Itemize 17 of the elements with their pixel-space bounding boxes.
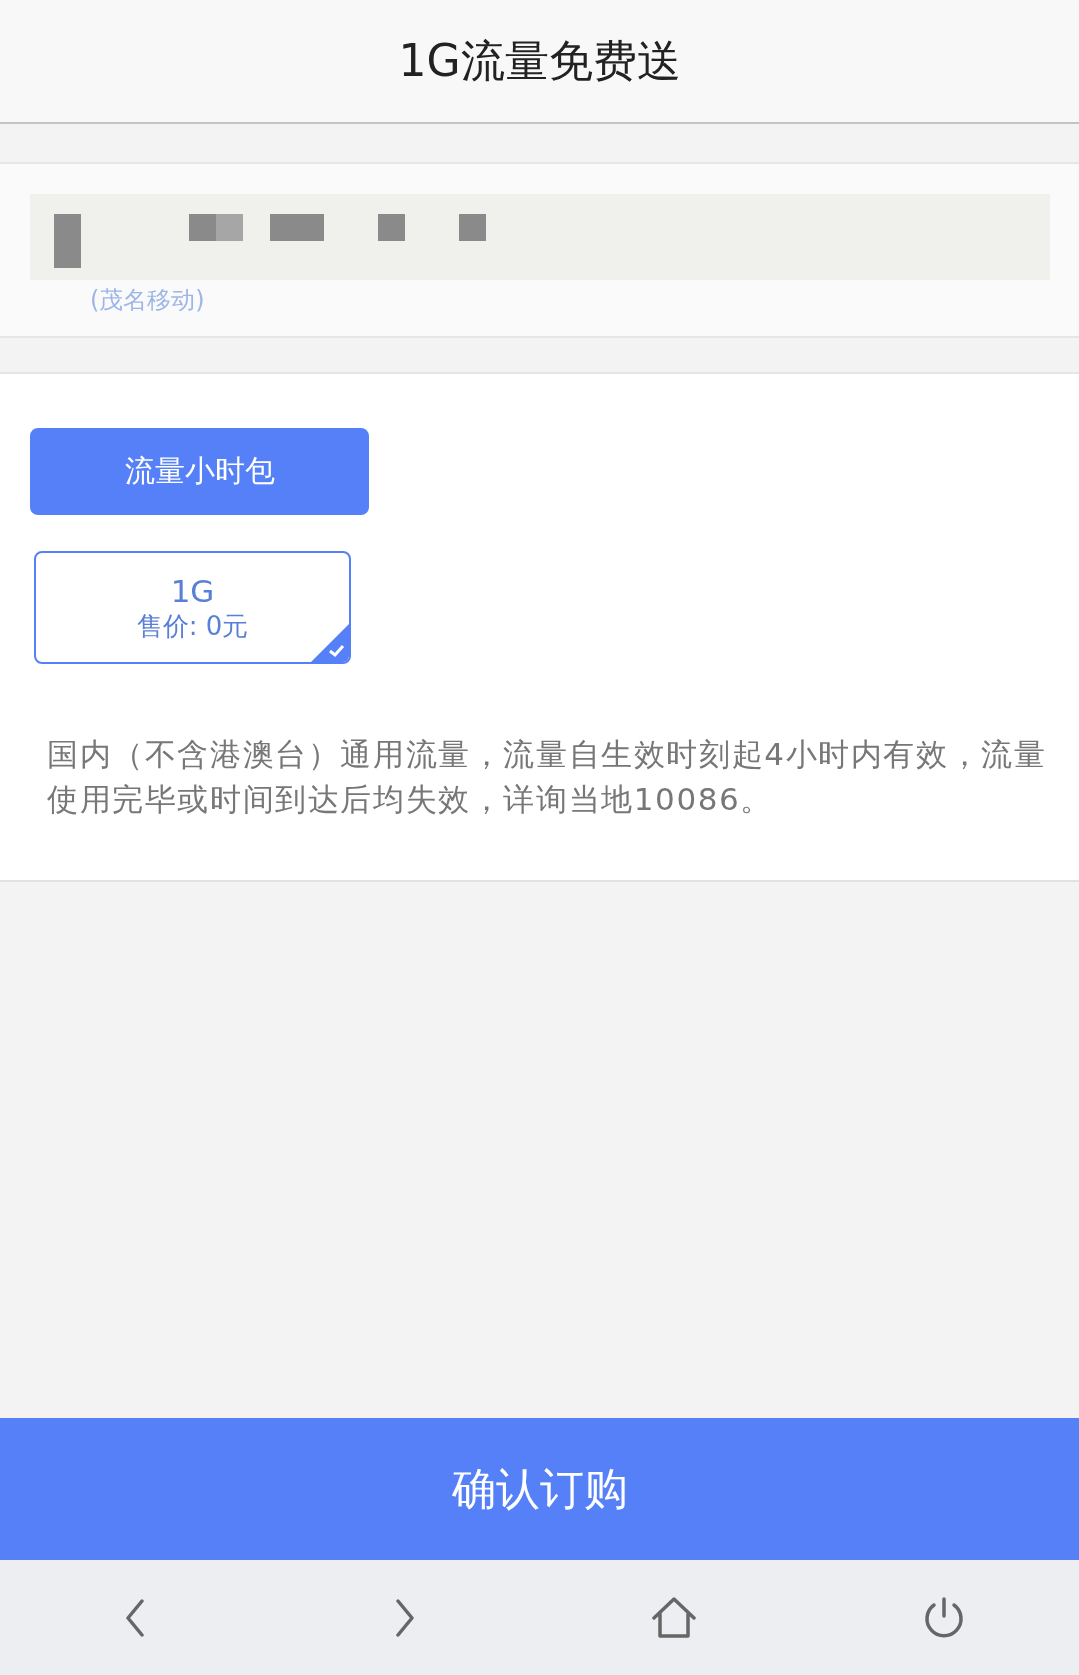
power-button[interactable]	[924, 1596, 965, 1639]
check-icon	[311, 624, 349, 662]
forward-button[interactable]	[395, 1598, 414, 1637]
confirm-button[interactable]: 确认订购	[0, 1418, 1079, 1560]
power-icon	[924, 1596, 965, 1639]
plan-size: 1G	[170, 572, 215, 609]
plan-option[interactable]: 1G 售价: 0元	[34, 551, 351, 664]
home-button[interactable]	[652, 1597, 697, 1638]
forward-icon	[395, 1598, 414, 1637]
description-text: 国内（不含港澳台）通用流量，流量自生效时刻起4小时内有效，流量使用完毕或时间到达后均失效，详询当地10086。	[47, 735, 1047, 819]
category-tab[interactable]: 流量小时包	[30, 428, 369, 515]
back-icon	[125, 1598, 144, 1637]
plan-price: 售价: 0元	[136, 609, 249, 643]
home-icon	[652, 1597, 697, 1638]
operator-label: (茂名移动)	[90, 285, 206, 316]
page-title: 1G流量免费送	[398, 33, 681, 88]
back-button[interactable]	[125, 1598, 144, 1637]
